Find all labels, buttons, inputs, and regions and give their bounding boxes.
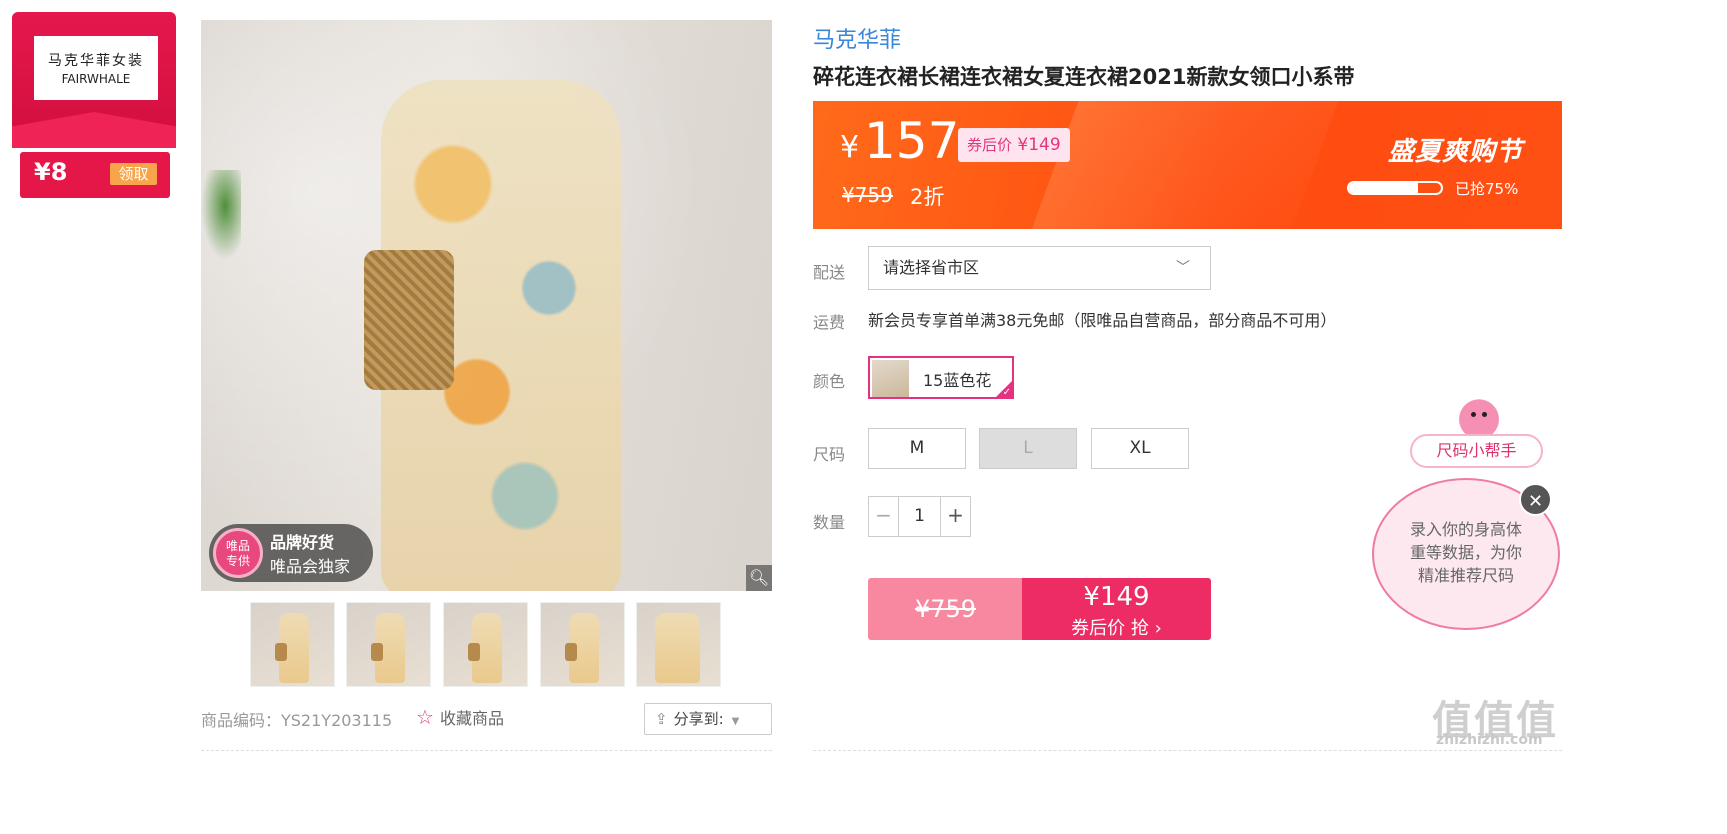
brand-logo-cn: 马克华菲女装: [48, 53, 144, 69]
quantity-label: 数量: [813, 513, 846, 532]
region-select-value: 请选择省市区: [883, 258, 980, 277]
star-icon: ☆: [416, 705, 434, 729]
straw-bag: [364, 250, 454, 390]
brand-logo: 马克华菲女装 FAIRWHALE: [34, 36, 158, 100]
quantity-input[interactable]: 1: [900, 497, 939, 536]
buy-original-price-button[interactable]: ¥759: [868, 578, 1023, 640]
close-icon[interactable]: ✕: [1519, 483, 1552, 516]
region-select[interactable]: 请选择省市区 ﹀: [868, 246, 1211, 290]
buy-coupon-button[interactable]: ¥149 券后价 抢 ›: [1022, 578, 1211, 640]
buy-coupon-price: ¥149: [1083, 582, 1150, 612]
delivery-label: 配送: [813, 263, 846, 282]
size-label: 尺码: [813, 445, 846, 464]
color-option-selected[interactable]: 15蓝色花 ✓: [868, 356, 1014, 399]
divider: [813, 750, 1562, 751]
chevron-down-icon: ﹀: [1176, 260, 1190, 276]
size-option-m[interactable]: M: [868, 428, 966, 469]
coupon-amount: ¥8: [34, 158, 68, 186]
shipping-text: 新会员专享首单满38元免邮（限唯品自营商品，部分商品不可用）: [868, 311, 1337, 330]
thumbnail-1[interactable]: [250, 602, 335, 687]
discount-rate: 2折: [910, 185, 945, 209]
coupon-price-tag: 券后价 ¥149: [958, 128, 1070, 162]
share-button[interactable]: ⇪ 分享到: ▼: [644, 703, 772, 735]
original-price: ¥759: [842, 183, 893, 207]
sold-progress-bar: [1347, 181, 1443, 195]
progress-fill: [1349, 183, 1418, 193]
brand-logo-en: FAIRWHALE: [61, 72, 131, 86]
caret-down-icon: ▼: [731, 716, 740, 727]
product-code: 商品编码：YS21Y203115: [201, 711, 393, 730]
current-price: 157: [864, 112, 960, 170]
plant-leaves: [201, 170, 241, 260]
size-option-l[interactable]: L: [979, 428, 1077, 469]
product-title: 碎花连衣裙长裙连衣裙女夏连衣裙2021新款女领口小系带: [813, 65, 1355, 89]
buy-coupon-cta: 券后价 抢 ›: [1071, 618, 1162, 639]
brand-link[interactable]: 马克华菲: [813, 22, 901, 54]
favorite-label: 收藏商品: [439, 709, 504, 728]
shipping-label: 运费: [813, 313, 846, 332]
coupon-price: ¥149: [1017, 135, 1061, 155]
size-helper-button[interactable]: 尺码小帮手: [1410, 434, 1543, 468]
thumbnail-2[interactable]: [346, 602, 431, 687]
thumbnail-5[interactable]: [636, 602, 721, 687]
claim-coupon-button[interactable]: 领取: [110, 163, 157, 185]
brand-coupon-card[interactable]: 马克华菲女装 FAIRWHALE: [12, 12, 176, 148]
coupon-fold: [12, 112, 176, 148]
promo-title: 盛夏爽购节: [1388, 137, 1524, 167]
currency-symbol: ¥: [840, 130, 860, 165]
zoom-icon[interactable]: 🔍︎: [746, 565, 772, 591]
thumbnail-3[interactable]: [443, 602, 528, 687]
share-icon: ⇪: [655, 710, 668, 728]
badge-title: 品牌好货: [270, 533, 335, 552]
size-helper-text: 录入你的身高体重等数据，为你精准推荐尺码: [1409, 520, 1522, 585]
quantity-plus-button[interactable]: +: [940, 497, 970, 536]
quantity-minus-button[interactable]: −: [869, 497, 899, 536]
badge-subtitle: 唯品会独家: [270, 557, 351, 576]
size-option-xl[interactable]: XL: [1091, 428, 1189, 469]
divider: [201, 750, 772, 751]
thumbnail-4[interactable]: [540, 602, 625, 687]
vip-circle-badge: 唯品 专供: [213, 528, 263, 578]
favorite-button[interactable]: ☆ 收藏商品: [416, 705, 504, 729]
watermark-url: zhizhizhi.com: [1436, 732, 1543, 748]
coupon-prefix: 券后价: [967, 136, 1013, 154]
quantity-stepper: − 1 +: [868, 496, 971, 537]
main-product-image[interactable]: 唯品 专供 品牌好货 唯品会独家 🔍︎: [201, 20, 772, 591]
color-label: 颜色: [813, 372, 846, 391]
check-icon: ✓: [1002, 387, 1011, 398]
progress-text: 已抢75%: [1455, 180, 1519, 198]
color-swatch: [872, 360, 909, 397]
color-option-label: 15蓝色花: [923, 371, 992, 390]
share-label: 分享到:: [673, 710, 724, 728]
